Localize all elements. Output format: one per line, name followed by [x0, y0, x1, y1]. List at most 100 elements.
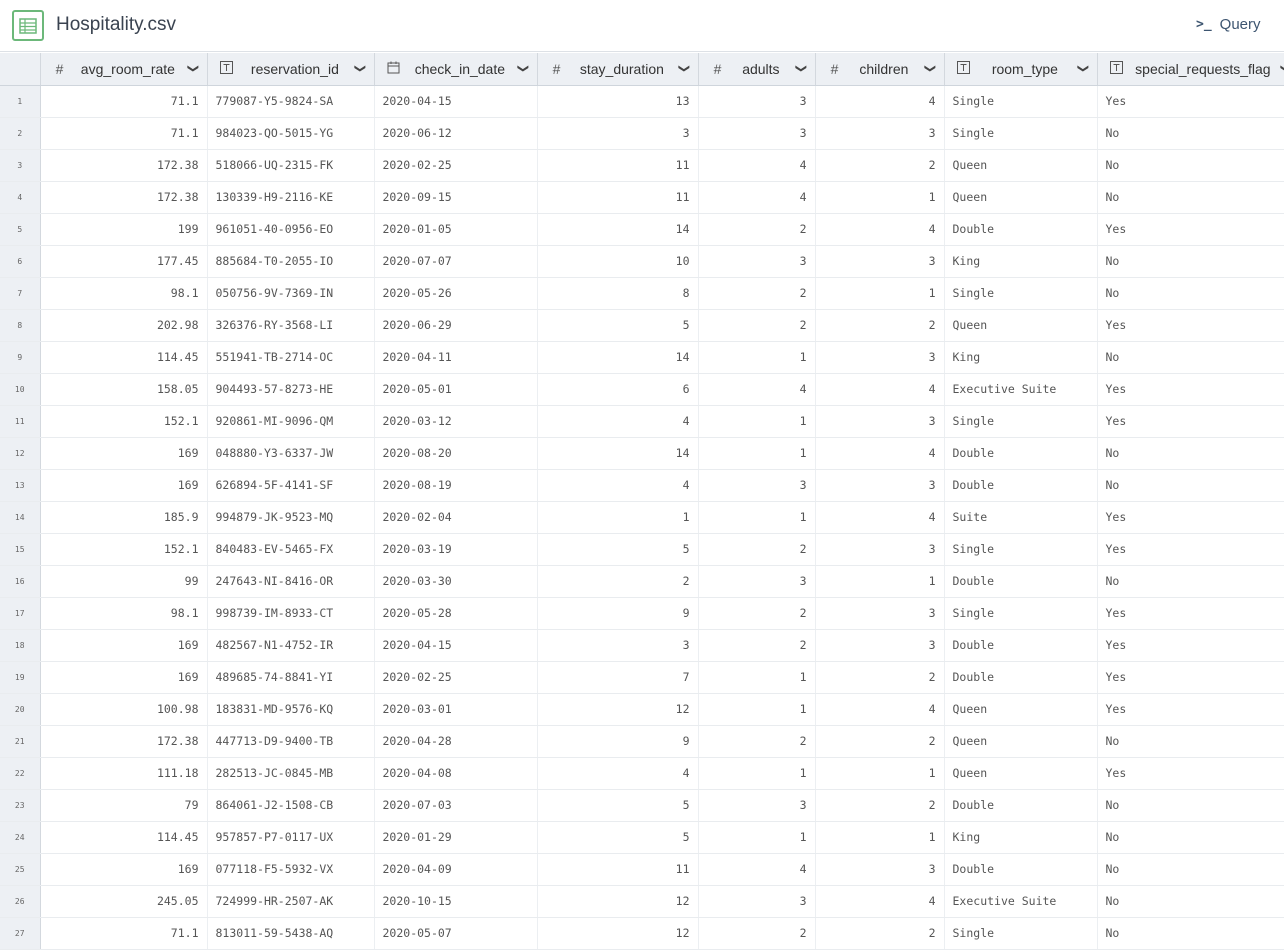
cell-special-requests-flag[interactable]: No	[1097, 437, 1284, 470]
table-row[interactable]: 21 172.38 447713-D9-9400-TB 2020-04-28 9 2 2 Qu…	[0, 725, 1284, 758]
cell-avg-room-rate[interactable]: 172.38	[40, 725, 208, 758]
cell-reservation-id[interactable]: 724999-HR-2507-AK	[207, 885, 375, 918]
cell-children[interactable]: 2	[815, 149, 945, 182]
cell-adults[interactable]: 1	[698, 437, 816, 470]
cell-adults[interactable]: 3	[698, 789, 816, 822]
chevron-down-icon[interactable]: ❯	[678, 64, 691, 73]
cell-avg-room-rate[interactable]: 169	[40, 629, 208, 662]
cell-adults[interactable]: 1	[698, 405, 816, 438]
cell-children[interactable]: 2	[815, 725, 945, 758]
cell-avg-room-rate[interactable]: 98.1	[40, 277, 208, 310]
cell-special-requests-flag[interactable]: Yes	[1097, 405, 1284, 438]
cell-stay-duration[interactable]: 14	[537, 437, 699, 470]
cell-stay-duration[interactable]: 5	[537, 789, 699, 822]
cell-room-type[interactable]: Double	[944, 437, 1098, 470]
cell-room-type[interactable]: Double	[944, 853, 1098, 886]
table-row[interactable]: 11 152.1 920861-MI-9096-QM 2020-03-12 4 1 3 Sin…	[0, 405, 1284, 438]
table-row[interactable]: 15 152.1 840483-EV-5465-FX 2020-03-19 5 2 3 Sin…	[0, 533, 1284, 566]
cell-special-requests-flag[interactable]: Yes	[1097, 213, 1284, 246]
cell-children[interactable]: 3	[815, 341, 945, 374]
cell-special-requests-flag[interactable]: Yes	[1097, 373, 1284, 406]
table-row[interactable]: 27 71.1 813011-59-5438-AQ 2020-05-07 12 2 2 Sin…	[0, 917, 1284, 950]
cell-check-in-date[interactable]: 2020-06-12	[374, 117, 538, 150]
column-header-special-requests-flag[interactable]: special_requests_flag ❯	[1097, 53, 1284, 86]
cell-special-requests-flag[interactable]: Yes	[1097, 757, 1284, 790]
cell-check-in-date[interactable]: 2020-05-26	[374, 277, 538, 310]
cell-special-requests-flag[interactable]: No	[1097, 565, 1284, 598]
column-header-stay-duration[interactable]: # stay_duration ❯	[537, 53, 699, 86]
cell-adults[interactable]: 2	[698, 213, 816, 246]
cell-stay-duration[interactable]: 8	[537, 277, 699, 310]
table-row[interactable]: 1 71.1 779087-Y5-9824-SA 2020-04-15 13 3 4 Sing…	[0, 85, 1284, 118]
cell-avg-room-rate[interactable]: 202.98	[40, 309, 208, 342]
cell-reservation-id[interactable]: 885684-T0-2055-IO	[207, 245, 375, 278]
cell-room-type[interactable]: Double	[944, 789, 1098, 822]
table-row[interactable]: 13 169 626894-5F-4141-SF 2020-08-19 4 3 3 Doubl…	[0, 469, 1284, 502]
cell-adults[interactable]: 1	[698, 341, 816, 374]
cell-adults[interactable]: 1	[698, 757, 816, 790]
cell-check-in-date[interactable]: 2020-04-08	[374, 757, 538, 790]
cell-room-type[interactable]: Queen	[944, 757, 1098, 790]
cell-room-type[interactable]: King	[944, 821, 1098, 854]
cell-room-type[interactable]: Queen	[944, 309, 1098, 342]
cell-special-requests-flag[interactable]: No	[1097, 821, 1284, 854]
cell-check-in-date[interactable]: 2020-02-25	[374, 149, 538, 182]
column-header-room-type[interactable]: room_type ❯	[944, 53, 1098, 86]
table-row[interactable]: 14 185.9 994879-JK-9523-MQ 2020-02-04 1 1 4 Sui…	[0, 501, 1284, 534]
cell-special-requests-flag[interactable]: Yes	[1097, 661, 1284, 694]
cell-adults[interactable]: 4	[698, 181, 816, 214]
cell-avg-room-rate[interactable]: 169	[40, 853, 208, 886]
cell-special-requests-flag[interactable]: No	[1097, 245, 1284, 278]
table-row[interactable]: 20 100.98 183831-MD-9576-KQ 2020-03-01 12 1 4 Q…	[0, 693, 1284, 726]
cell-stay-duration[interactable]: 4	[537, 757, 699, 790]
cell-avg-room-rate[interactable]: 158.05	[40, 373, 208, 406]
table-row[interactable]: 8 202.98 326376-RY-3568-LI 2020-06-29 5 2 2 Que…	[0, 309, 1284, 342]
cell-reservation-id[interactable]: 077118-F5-5932-VX	[207, 853, 375, 886]
cell-adults[interactable]: 2	[698, 725, 816, 758]
cell-stay-duration[interactable]: 2	[537, 565, 699, 598]
cell-stay-duration[interactable]: 13	[537, 85, 699, 118]
cell-room-type[interactable]: Queen	[944, 693, 1098, 726]
cell-adults[interactable]: 1	[698, 661, 816, 694]
table-row[interactable]: 18 169 482567-N1-4752-IR 2020-04-15 3 2 3 Doubl…	[0, 629, 1284, 662]
cell-children[interactable]: 2	[815, 789, 945, 822]
table-row[interactable]: 9 114.45 551941-TB-2714-OC 2020-04-11 14 1 3 Ki…	[0, 341, 1284, 374]
cell-stay-duration[interactable]: 4	[537, 469, 699, 502]
cell-special-requests-flag[interactable]: Yes	[1097, 309, 1284, 342]
chevron-down-icon[interactable]: ❯	[354, 64, 367, 73]
cell-children[interactable]: 1	[815, 757, 945, 790]
cell-check-in-date[interactable]: 2020-05-28	[374, 597, 538, 630]
cell-children[interactable]: 2	[815, 661, 945, 694]
cell-reservation-id[interactable]: 050756-9V-7369-IN	[207, 277, 375, 310]
cell-children[interactable]: 4	[815, 85, 945, 118]
cell-reservation-id[interactable]: 247643-NI-8416-OR	[207, 565, 375, 598]
cell-reservation-id[interactable]: 813011-59-5438-AQ	[207, 917, 375, 950]
cell-room-type[interactable]: King	[944, 245, 1098, 278]
cell-adults[interactable]: 2	[698, 629, 816, 662]
cell-special-requests-flag[interactable]: No	[1097, 853, 1284, 886]
cell-adults[interactable]: 3	[698, 885, 816, 918]
cell-room-type[interactable]: Double	[944, 661, 1098, 694]
cell-avg-room-rate[interactable]: 177.45	[40, 245, 208, 278]
cell-special-requests-flag[interactable]: No	[1097, 917, 1284, 950]
cell-check-in-date[interactable]: 2020-07-03	[374, 789, 538, 822]
cell-special-requests-flag[interactable]: No	[1097, 181, 1284, 214]
cell-check-in-date[interactable]: 2020-03-01	[374, 693, 538, 726]
cell-check-in-date[interactable]: 2020-05-07	[374, 917, 538, 950]
cell-stay-duration[interactable]: 11	[537, 149, 699, 182]
cell-check-in-date[interactable]: 2020-10-15	[374, 885, 538, 918]
cell-room-type[interactable]: Queen	[944, 181, 1098, 214]
cell-avg-room-rate[interactable]: 169	[40, 469, 208, 502]
cell-stay-duration[interactable]: 7	[537, 661, 699, 694]
cell-check-in-date[interactable]: 2020-06-29	[374, 309, 538, 342]
table-row[interactable]: 2 71.1 984023-QO-5015-YG 2020-06-12 3 3 3 Singl…	[0, 117, 1284, 150]
cell-adults[interactable]: 2	[698, 597, 816, 630]
cell-stay-duration[interactable]: 6	[537, 373, 699, 406]
cell-children[interactable]: 3	[815, 117, 945, 150]
cell-avg-room-rate[interactable]: 111.18	[40, 757, 208, 790]
cell-adults[interactable]: 3	[698, 245, 816, 278]
table-row[interactable]: 6 177.45 885684-T0-2055-IO 2020-07-07 10 3 3 Ki…	[0, 245, 1284, 278]
cell-stay-duration[interactable]: 12	[537, 693, 699, 726]
cell-adults[interactable]: 1	[698, 821, 816, 854]
cell-children[interactable]: 4	[815, 373, 945, 406]
